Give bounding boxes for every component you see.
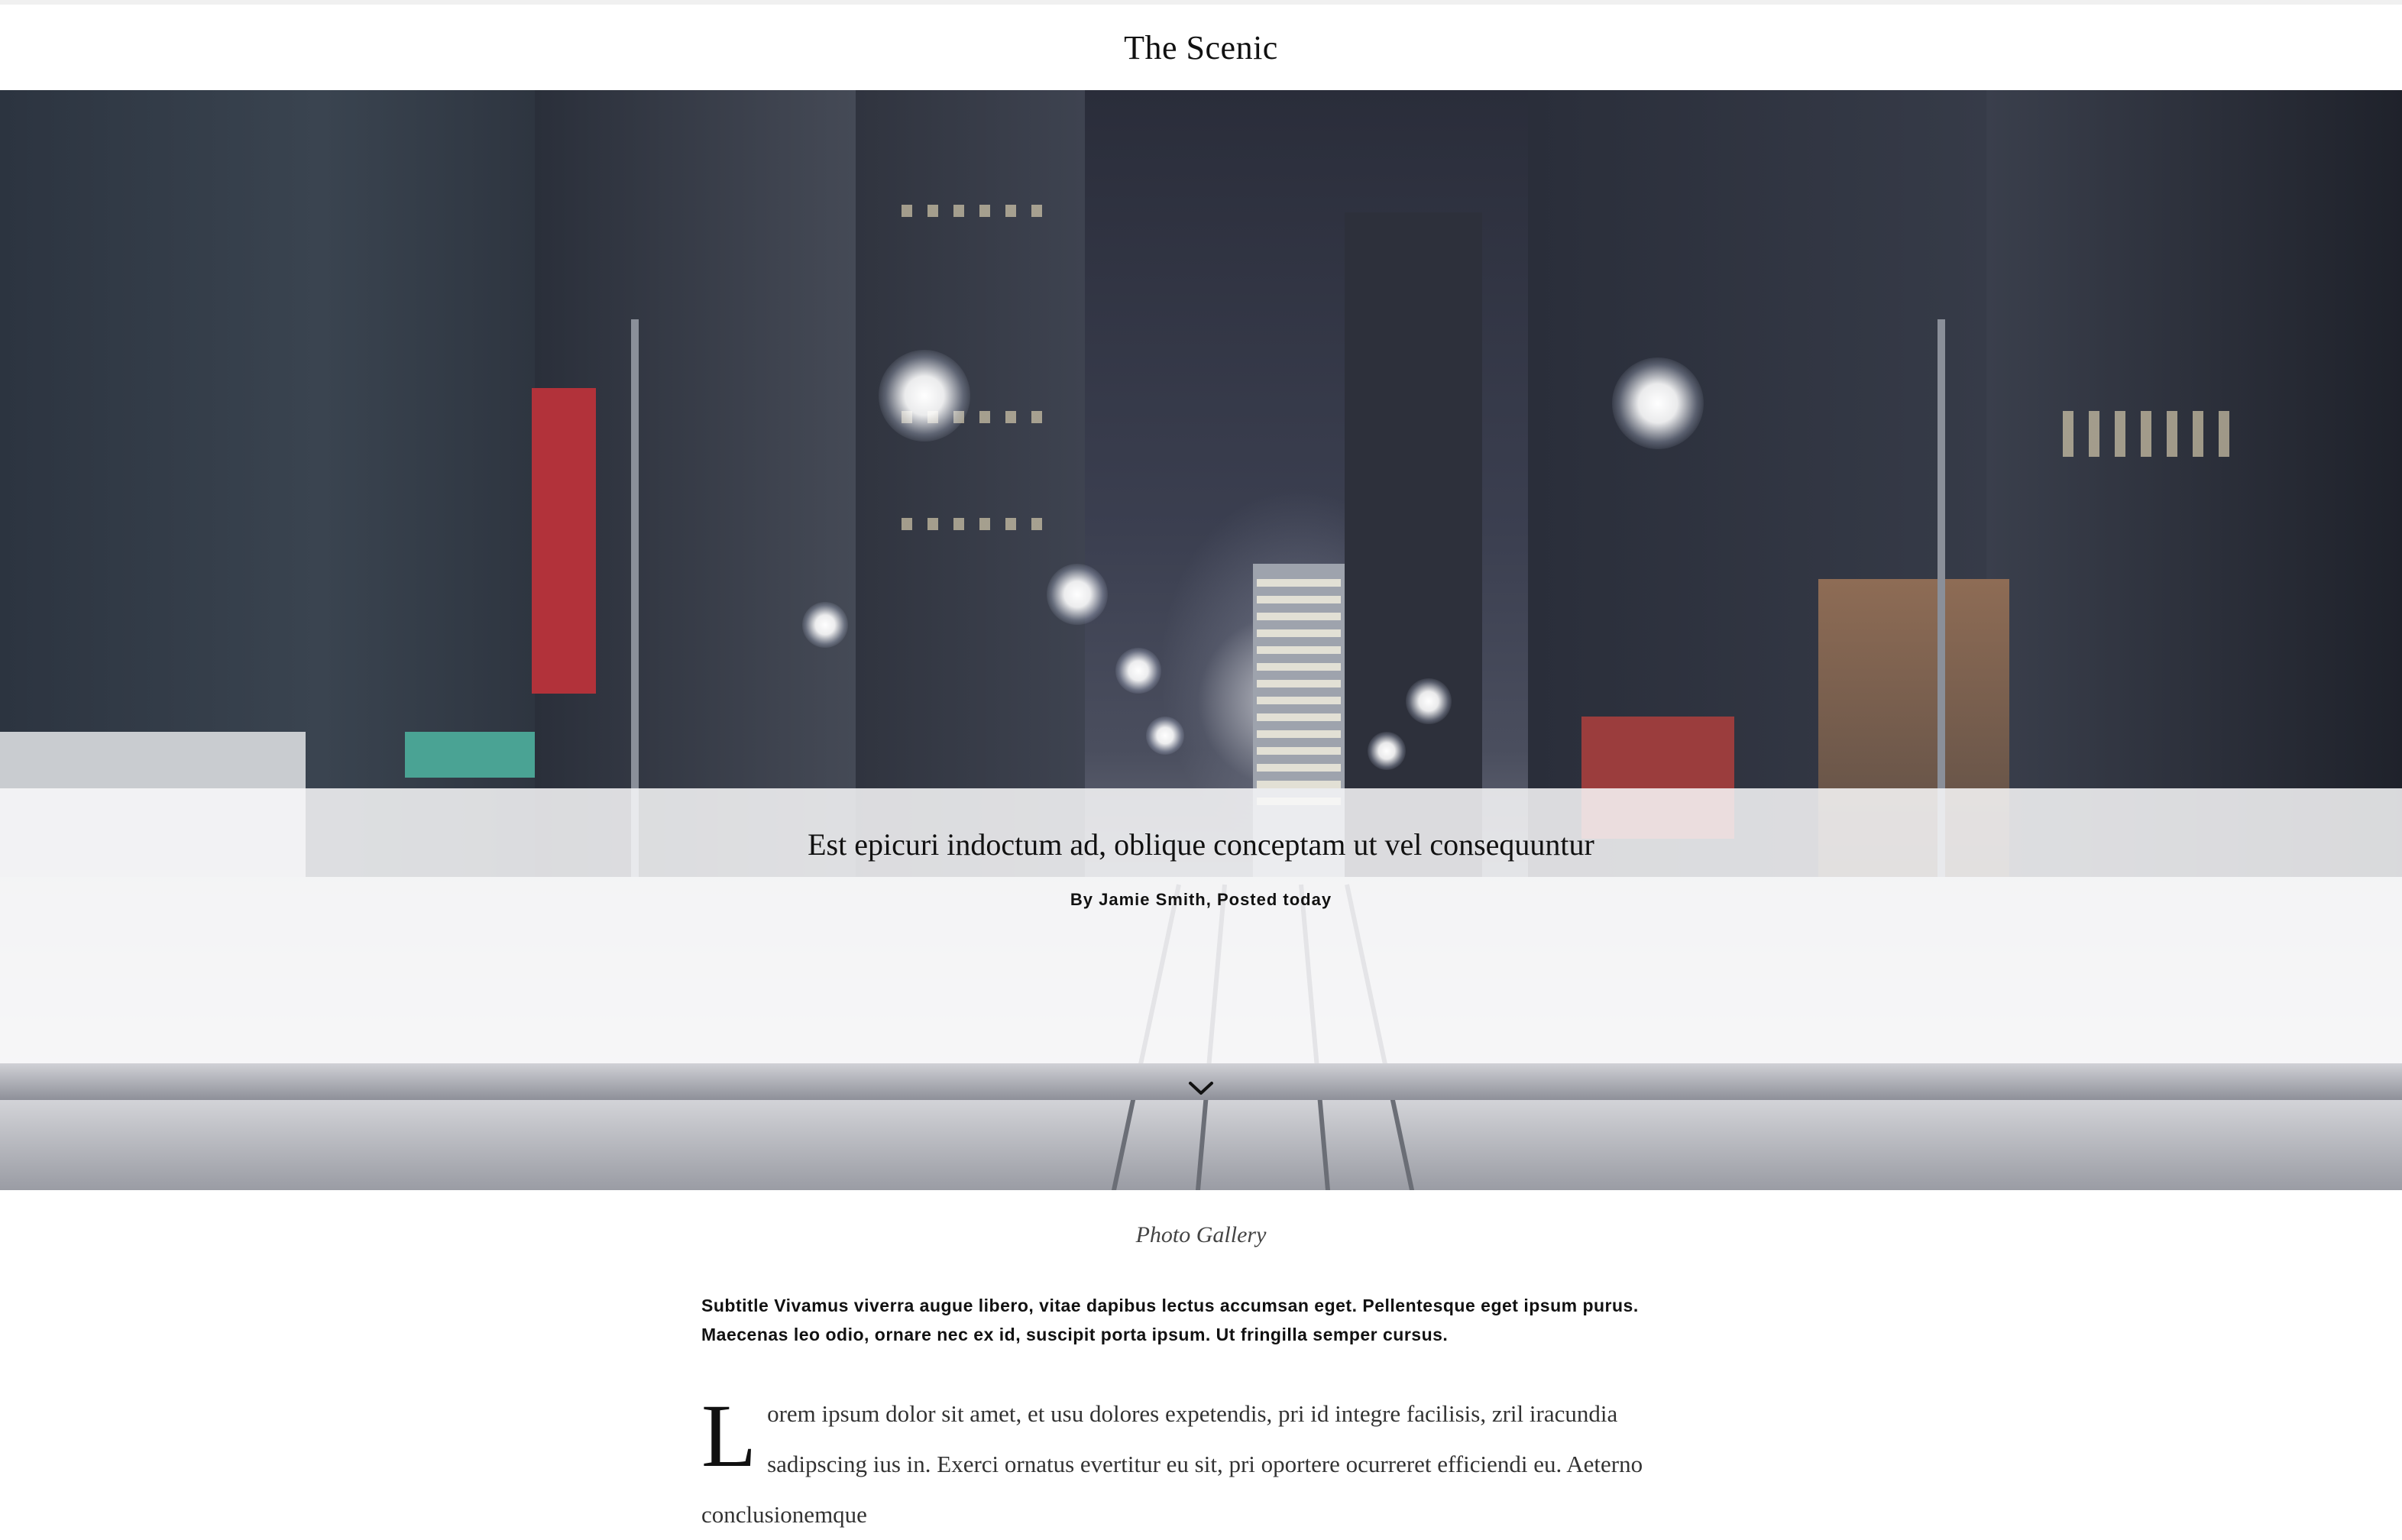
windows-left-3: [902, 518, 1054, 530]
street-lamp: [879, 350, 970, 442]
street-lamp: [1612, 358, 1704, 449]
chevron-down-icon: [1189, 1082, 1213, 1095]
article-body-text: orem ipsum dolor sit amet, et usu dolore…: [701, 1400, 1643, 1528]
street-lamp: [1047, 564, 1108, 625]
lease-banner: [532, 388, 596, 694]
windows-left: [902, 205, 1054, 217]
article-subtitle: Subtitle Vivamus viverra augue libero, v…: [701, 1296, 1639, 1344]
right-building-edge: [1986, 90, 2402, 885]
article-headline: Est epicuri indoctum ad, oblique concept…: [808, 827, 1594, 862]
photo-caption: Photo Gallery: [1135, 1222, 1267, 1247]
street-lamp: [1406, 678, 1452, 724]
drop-cap: L: [701, 1386, 757, 1486]
article-byline: By Jamie Smith, Posted today: [1070, 890, 1332, 909]
street-lamp: [1115, 648, 1161, 694]
street-lamp: [802, 602, 848, 648]
green-awning: [405, 732, 535, 778]
article-body: L orem ipsum dolor sit amet, et usu dolo…: [701, 1389, 1695, 1540]
street-lamp: [1368, 732, 1406, 770]
scroll-down-button[interactable]: [1186, 1072, 1216, 1103]
windows-right: [2063, 411, 2231, 457]
street-lamp: [1146, 717, 1184, 755]
windows-center: [1257, 579, 1341, 808]
site-title[interactable]: The Scenic: [1124, 28, 1278, 67]
center-tower-dark: [1345, 212, 1482, 885]
site-header: The Scenic: [0, 5, 2402, 90]
